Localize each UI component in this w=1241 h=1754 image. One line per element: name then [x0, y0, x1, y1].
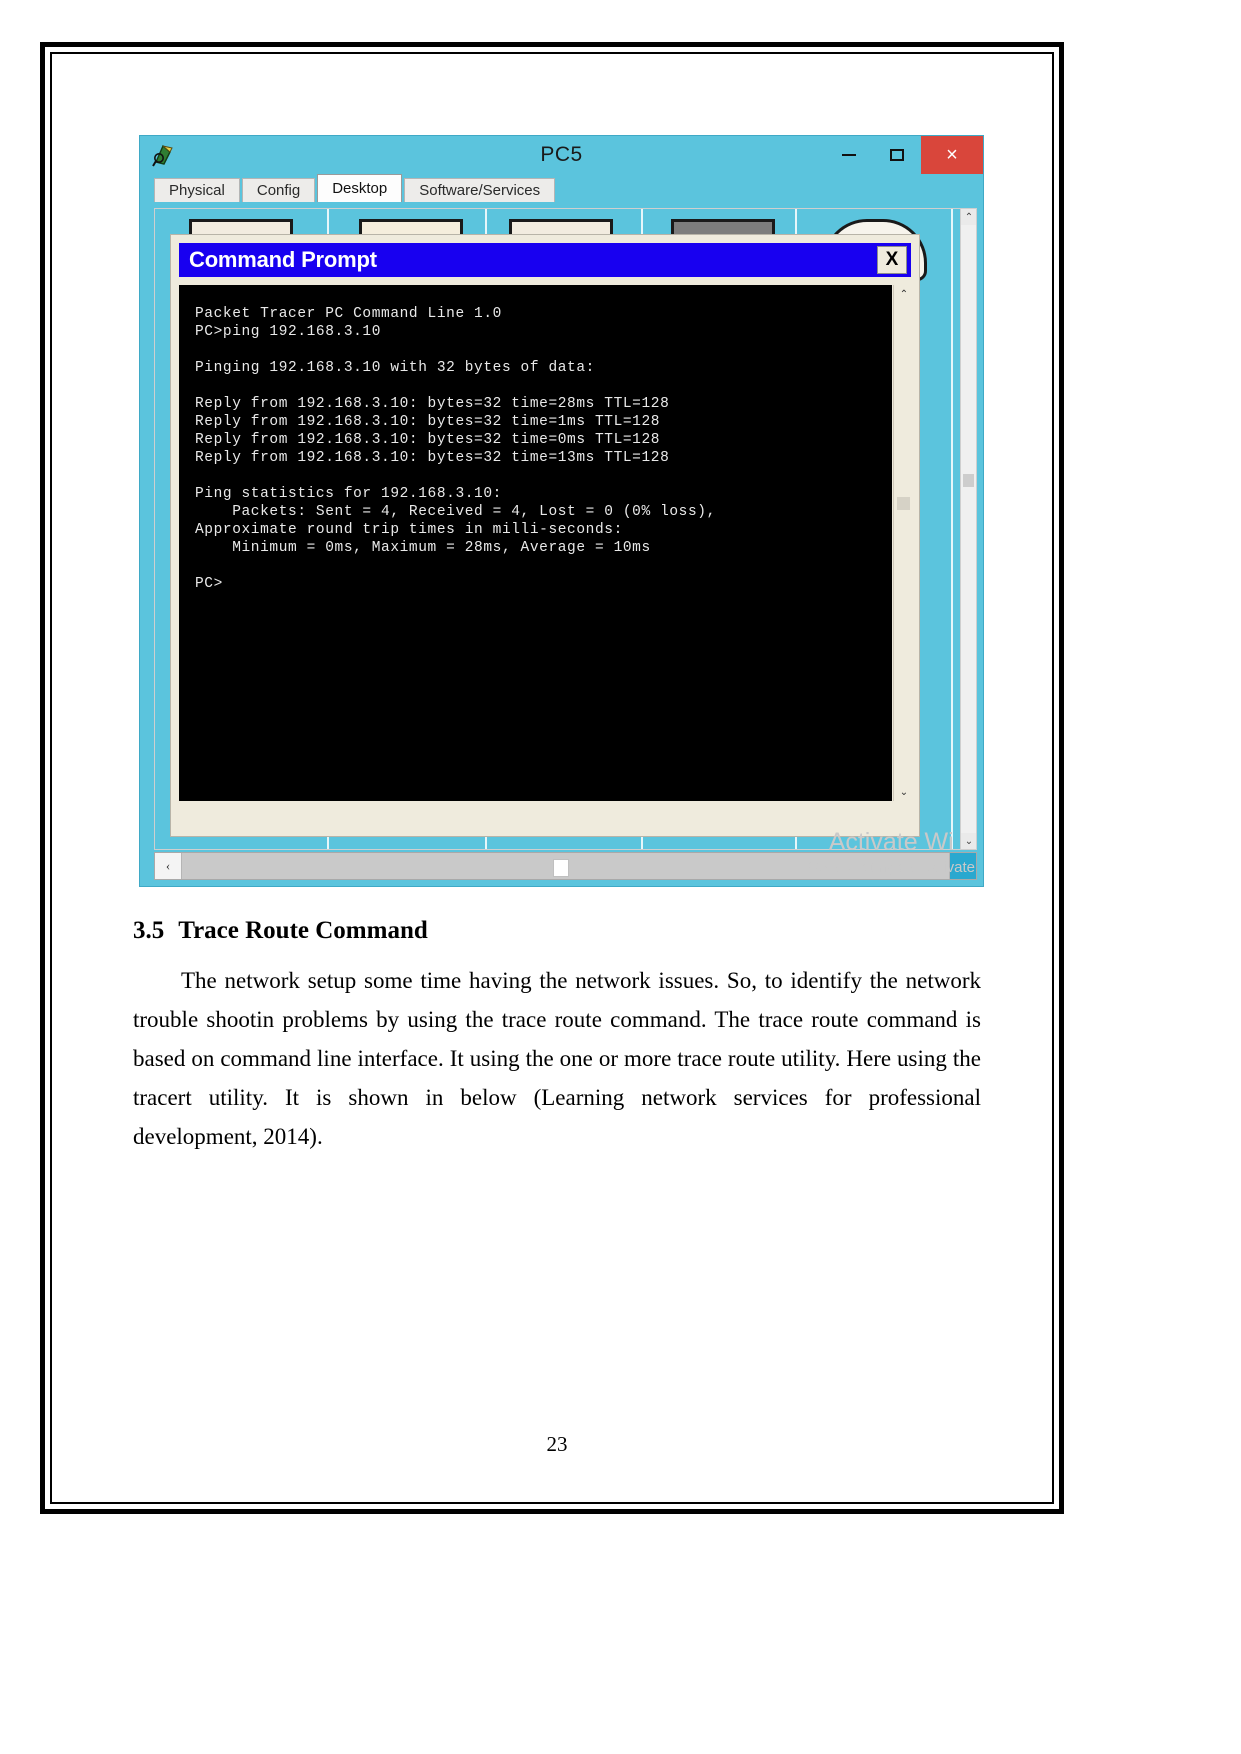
terminal-vertical-scrollbar[interactable]: ⌃ ⌄ [893, 285, 913, 801]
window-controls: × [825, 136, 983, 174]
terminal-scroll-down-icon[interactable]: ⌄ [894, 783, 914, 801]
section-heading: 3.5 Trace Route Command [133, 917, 981, 945]
scroll-thumb[interactable] [963, 474, 974, 487]
page-border: PC5 × Physical Config Desktop Software/S… [40, 42, 1064, 1514]
scroll-left-icon[interactable]: ‹ [155, 853, 182, 879]
window-titlebar: PC5 × [140, 136, 983, 174]
hscroll-thumb[interactable] [553, 859, 569, 877]
terminal-output: Packet Tracer PC Command Line 1.0 PC>pin… [195, 306, 716, 592]
maximize-icon [890, 149, 904, 161]
grid-divider [951, 209, 953, 849]
command-prompt-close-button[interactable]: X [877, 246, 907, 274]
minimize-icon [842, 154, 856, 156]
section-number: 3.5 [133, 917, 165, 944]
desktop-vertical-scrollbar[interactable]: ⌃ ⌄ [960, 209, 976, 849]
page-number: 23 [546, 1432, 568, 1456]
command-prompt-titlebar: Command Prompt X [179, 243, 911, 277]
scrollbar-end-box [950, 853, 976, 879]
terminal-screen[interactable]: Packet Tracer PC Command Line 1.0 PC>pin… [179, 285, 892, 801]
terminal-scroll-up-icon[interactable]: ⌃ [894, 285, 914, 303]
command-prompt-title: Command Prompt [189, 247, 377, 272]
terminal-scroll-thumb[interactable] [897, 497, 910, 510]
section-title: Trace Route Command [178, 917, 428, 944]
page-content: PC5 × Physical Config Desktop Software/S… [45, 47, 1069, 1519]
scroll-down-icon[interactable]: ⌄ [961, 833, 976, 849]
tab-physical[interactable]: Physical [154, 178, 240, 202]
section-paragraph: The network setup some time having the n… [133, 968, 981, 1149]
document-body: 3.5 Trace Route Command The network setup… [133, 917, 981, 1156]
packet-tracer-window: PC5 × Physical Config Desktop Software/S… [139, 135, 984, 887]
tab-config[interactable]: Config [241, 178, 316, 202]
tab-strip: Physical Config Desktop Software/Service… [140, 174, 983, 202]
close-button[interactable]: × [921, 136, 983, 174]
tab-software-services[interactable]: Software/Services [404, 178, 556, 202]
command-prompt-window: Command Prompt X Packet Tracer PC Comman… [170, 234, 920, 837]
scroll-up-icon[interactable]: ⌃ [961, 209, 976, 225]
maximize-button[interactable] [873, 136, 921, 174]
minimize-button[interactable] [825, 136, 873, 174]
tab-desktop[interactable]: Desktop [317, 174, 403, 202]
desktop-horizontal-scrollbar[interactable]: ‹ › [154, 852, 977, 880]
packet-tracer-icon [152, 142, 176, 168]
